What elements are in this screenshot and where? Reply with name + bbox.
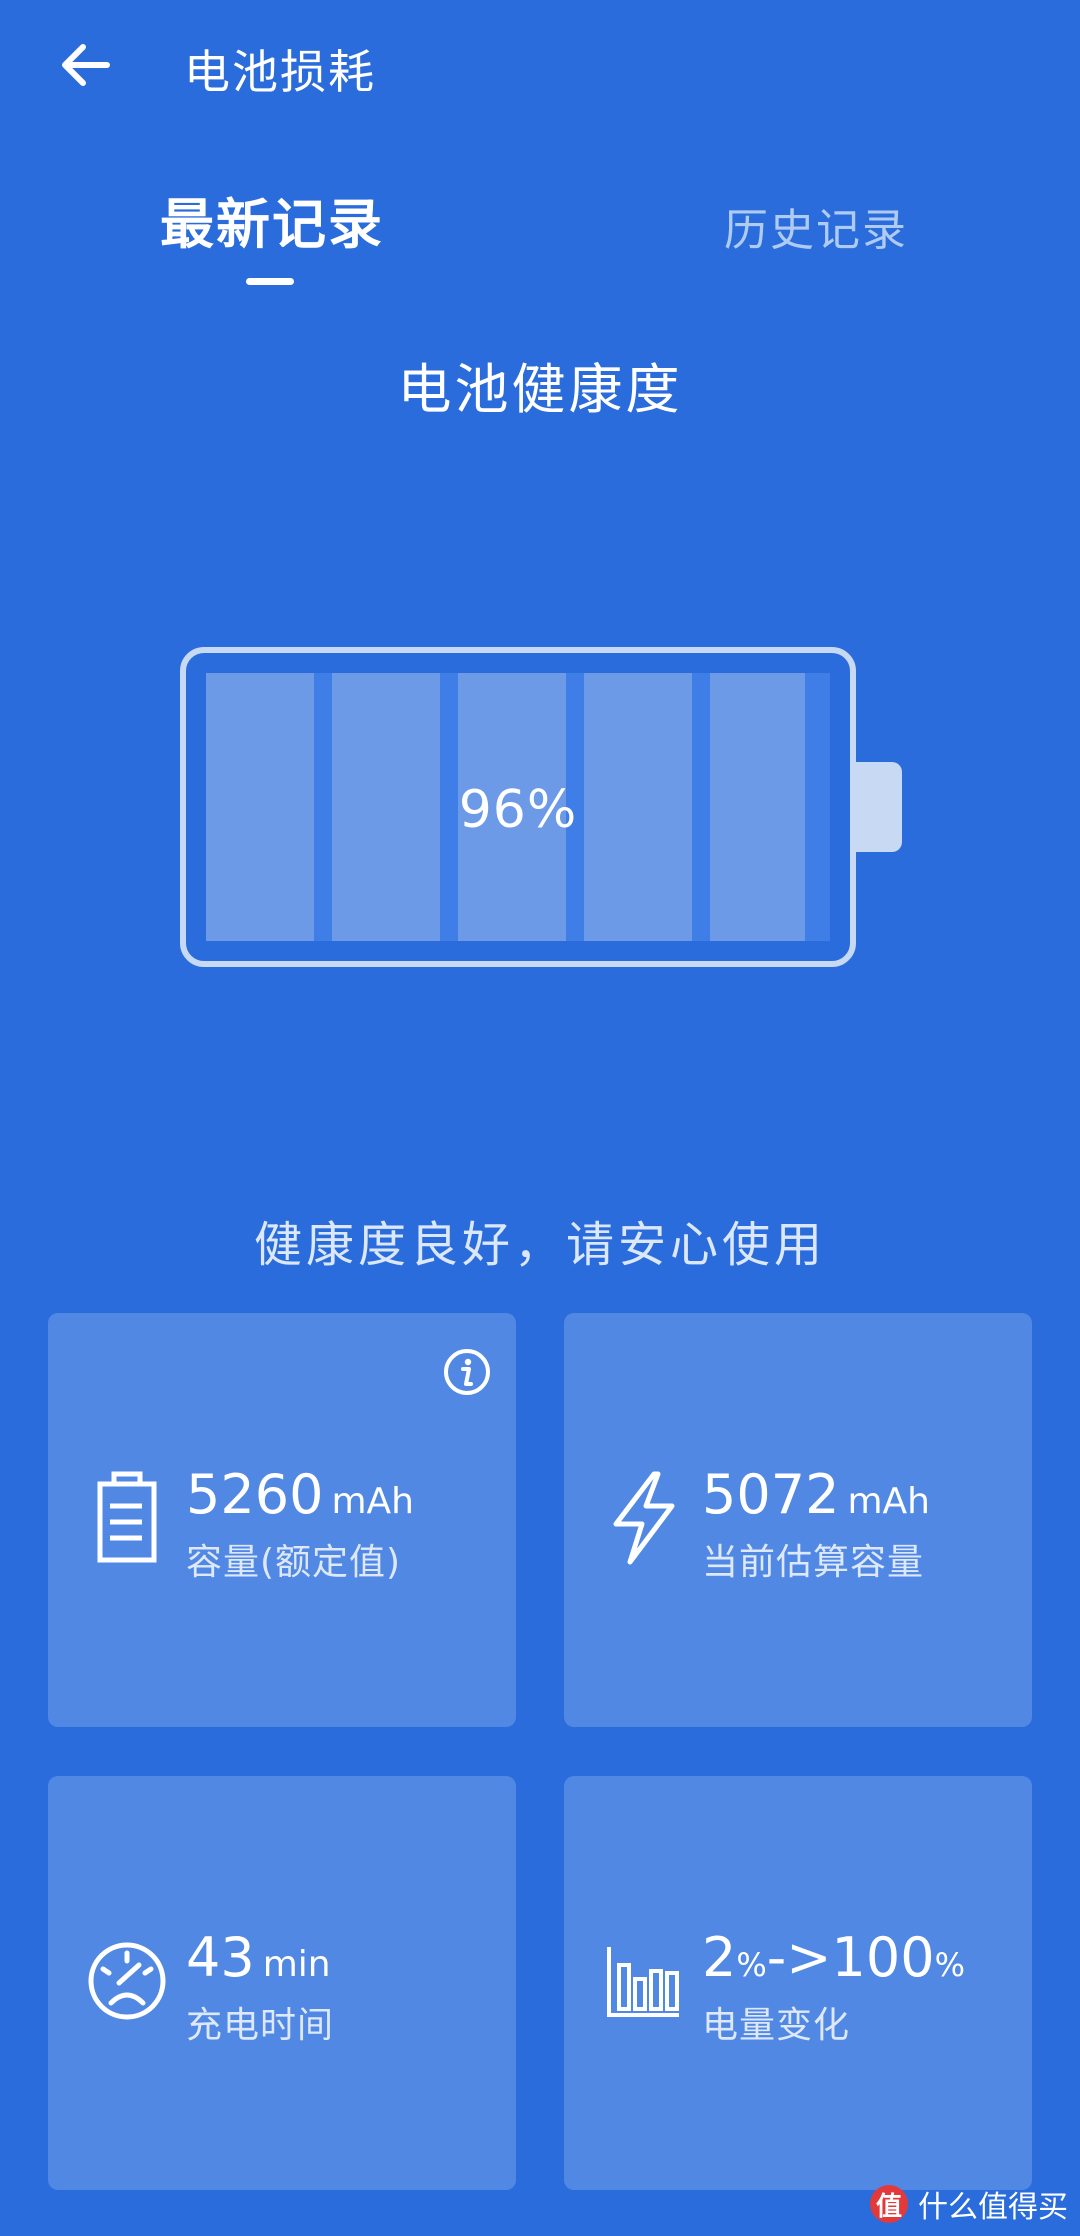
estimated-capacity-label: 当前估算容量 bbox=[702, 1542, 925, 1583]
battery-health-percent: 96% bbox=[458, 780, 578, 840]
charge-change-label: 电量变化 bbox=[702, 2005, 851, 2046]
charging-time-label: 充电时间 bbox=[186, 2005, 335, 2046]
battery-icon bbox=[72, 1463, 182, 1573]
watermark-logo-icon: 值 bbox=[870, 2185, 908, 2223]
battery-health-title: 电池健康度 bbox=[397, 358, 683, 421]
charge-change-value: 2%->100% bbox=[702, 1926, 965, 1989]
speedometer-icon bbox=[72, 1926, 182, 2036]
charging-time-card: 43 min 充电时间 bbox=[48, 1776, 516, 2190]
estimated-capacity-value: 5072 mAh bbox=[702, 1463, 930, 1526]
tab-bar: 最新记录 历史记录 bbox=[0, 180, 1080, 290]
watermark: 值 什么值得买 bbox=[870, 2182, 1068, 2226]
battery-wear-page: 电池损耗 最新记录 历史记录 电池健康度 96% 健康度良好，请安心使用 526… bbox=[0, 0, 1080, 2236]
charging-time-value: 43 min bbox=[186, 1926, 331, 1989]
watermark-text: 什么值得买 bbox=[918, 2190, 1068, 2225]
rated-capacity-label: 容量(额定值) bbox=[186, 1542, 402, 1583]
battery-terminal bbox=[856, 762, 902, 852]
estimated-capacity-card: 5072 mAh 当前估算容量 bbox=[564, 1313, 1032, 1727]
back-button[interactable] bbox=[50, 30, 120, 100]
tab-history-records[interactable]: 历史记录 bbox=[724, 194, 908, 258]
bar-chart-icon bbox=[588, 1926, 698, 2036]
lightning-icon bbox=[588, 1463, 698, 1573]
active-tab-indicator bbox=[246, 278, 294, 285]
rated-capacity-value: 5260 mAh bbox=[186, 1463, 414, 1526]
info-icon[interactable] bbox=[442, 1347, 492, 1397]
tab-latest-records[interactable]: 最新记录 bbox=[160, 180, 384, 259]
health-status-message: 健康度良好，请安心使用 bbox=[253, 1217, 826, 1273]
arrow-left-icon bbox=[62, 44, 110, 86]
rated-capacity-card: 5260 mAh 容量(额定值) bbox=[48, 1313, 516, 1727]
page-title: 电池损耗 bbox=[184, 45, 376, 99]
top-bar: 电池损耗 bbox=[0, 0, 1080, 130]
charge-change-card: 2%->100% 电量变化 bbox=[564, 1776, 1032, 2190]
